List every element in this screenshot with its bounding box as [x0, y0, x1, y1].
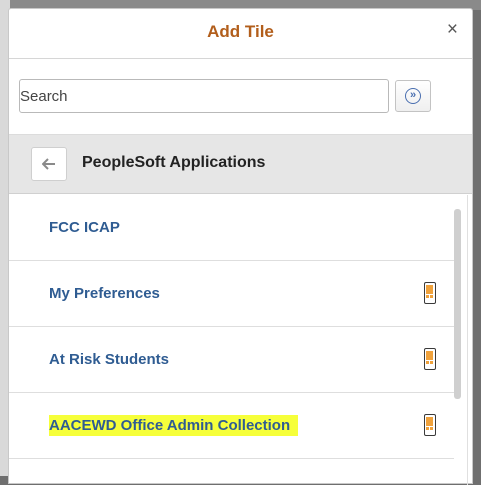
- tile-item-at-risk-students[interactable]: At Risk Students: [9, 327, 454, 393]
- folder-header: PeopleSoft Applications: [9, 134, 472, 194]
- tile-label[interactable]: At Risk Students: [49, 351, 169, 368]
- tile-item-fcc-icap[interactable]: FCC ICAP: [9, 195, 454, 261]
- tile-item-aacewd-office-admin-collection[interactable]: AACEWD Office Admin Collection: [9, 393, 454, 459]
- tile-label[interactable]: FCC ICAP: [49, 219, 120, 236]
- dialog-header: Add Tile ×: [9, 9, 472, 59]
- scrollbar[interactable]: [454, 209, 461, 399]
- tile-label[interactable]: AACEWD Office Admin Collection: [49, 415, 299, 436]
- folder-label: PeopleSoft Applications: [82, 154, 266, 171]
- back-button[interactable]: [31, 147, 67, 181]
- tile-item-my-preferences[interactable]: My Preferences: [9, 261, 454, 327]
- mobile-device-icon: [424, 414, 436, 436]
- dialog-title: Add Tile: [207, 22, 274, 41]
- double-chevron-right-icon: »: [405, 88, 421, 104]
- close-icon[interactable]: ×: [447, 20, 458, 40]
- arrow-left-icon: [42, 158, 55, 170]
- add-tile-dialog: Add Tile × » PeopleSoft Applications FCC…: [8, 8, 473, 485]
- tile-list: FCC ICAP My Preferences At Risk Students…: [9, 195, 454, 459]
- mobile-device-icon: [424, 282, 436, 304]
- tile-label[interactable]: My Preferences: [49, 285, 160, 302]
- mobile-device-icon: [424, 348, 436, 370]
- divider: [467, 195, 468, 485]
- search-button[interactable]: »: [395, 80, 431, 112]
- search-input[interactable]: [19, 79, 389, 113]
